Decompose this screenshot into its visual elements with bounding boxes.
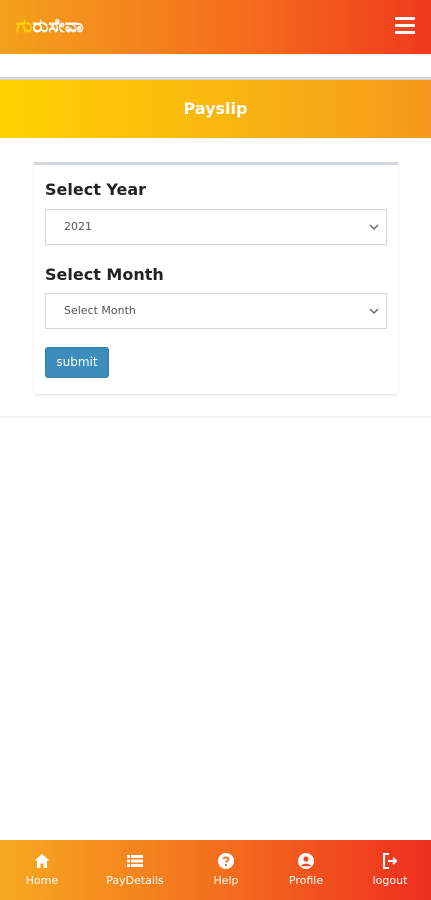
nav-paydetails-label: PayDetails xyxy=(106,874,164,887)
select-year-label: Select Year xyxy=(45,180,147,199)
hamburger-menu-icon[interactable] xyxy=(395,17,415,35)
user-icon xyxy=(298,853,314,869)
year-select-value: 2021 xyxy=(64,220,92,233)
nav-paydetails[interactable]: PayDetails xyxy=(95,840,175,900)
logout-icon xyxy=(383,853,398,869)
list-icon xyxy=(127,855,143,867)
nav-home[interactable]: Home xyxy=(2,840,82,900)
submit-button[interactable]: submit xyxy=(45,347,109,378)
page-title: Payslip xyxy=(183,99,248,118)
logo-first: ಗು xyxy=(16,15,33,37)
nav-help-label: Help xyxy=(213,874,239,887)
page-banner: Payslip xyxy=(0,80,431,138)
select-month-label: Select Month xyxy=(45,265,164,284)
nav-help[interactable]: Help xyxy=(186,840,266,900)
home-icon xyxy=(34,854,50,868)
nav-profile[interactable]: Profile xyxy=(266,840,346,900)
chevron-down-icon xyxy=(369,224,379,230)
nav-logout[interactable]: logout xyxy=(350,840,430,900)
nav-logout-label: logout xyxy=(372,874,408,887)
logo-rest: ರುಸೇವಾ xyxy=(32,15,84,37)
year-select[interactable]: 2021 xyxy=(45,209,387,245)
nav-home-label: Home xyxy=(25,874,59,887)
bottom-nav: Home PayDetails Help Profile logout xyxy=(0,840,431,900)
help-icon xyxy=(218,853,234,869)
month-select[interactable]: Select Month xyxy=(45,293,387,329)
app-logo[interactable]: ಗುರುಸೇವಾ xyxy=(16,13,84,39)
month-select-value: Select Month xyxy=(64,304,136,317)
chevron-down-icon xyxy=(369,308,379,314)
nav-profile-label: Profile xyxy=(288,874,324,887)
app-header: ಗುರುಸೇವಾ xyxy=(0,0,431,54)
